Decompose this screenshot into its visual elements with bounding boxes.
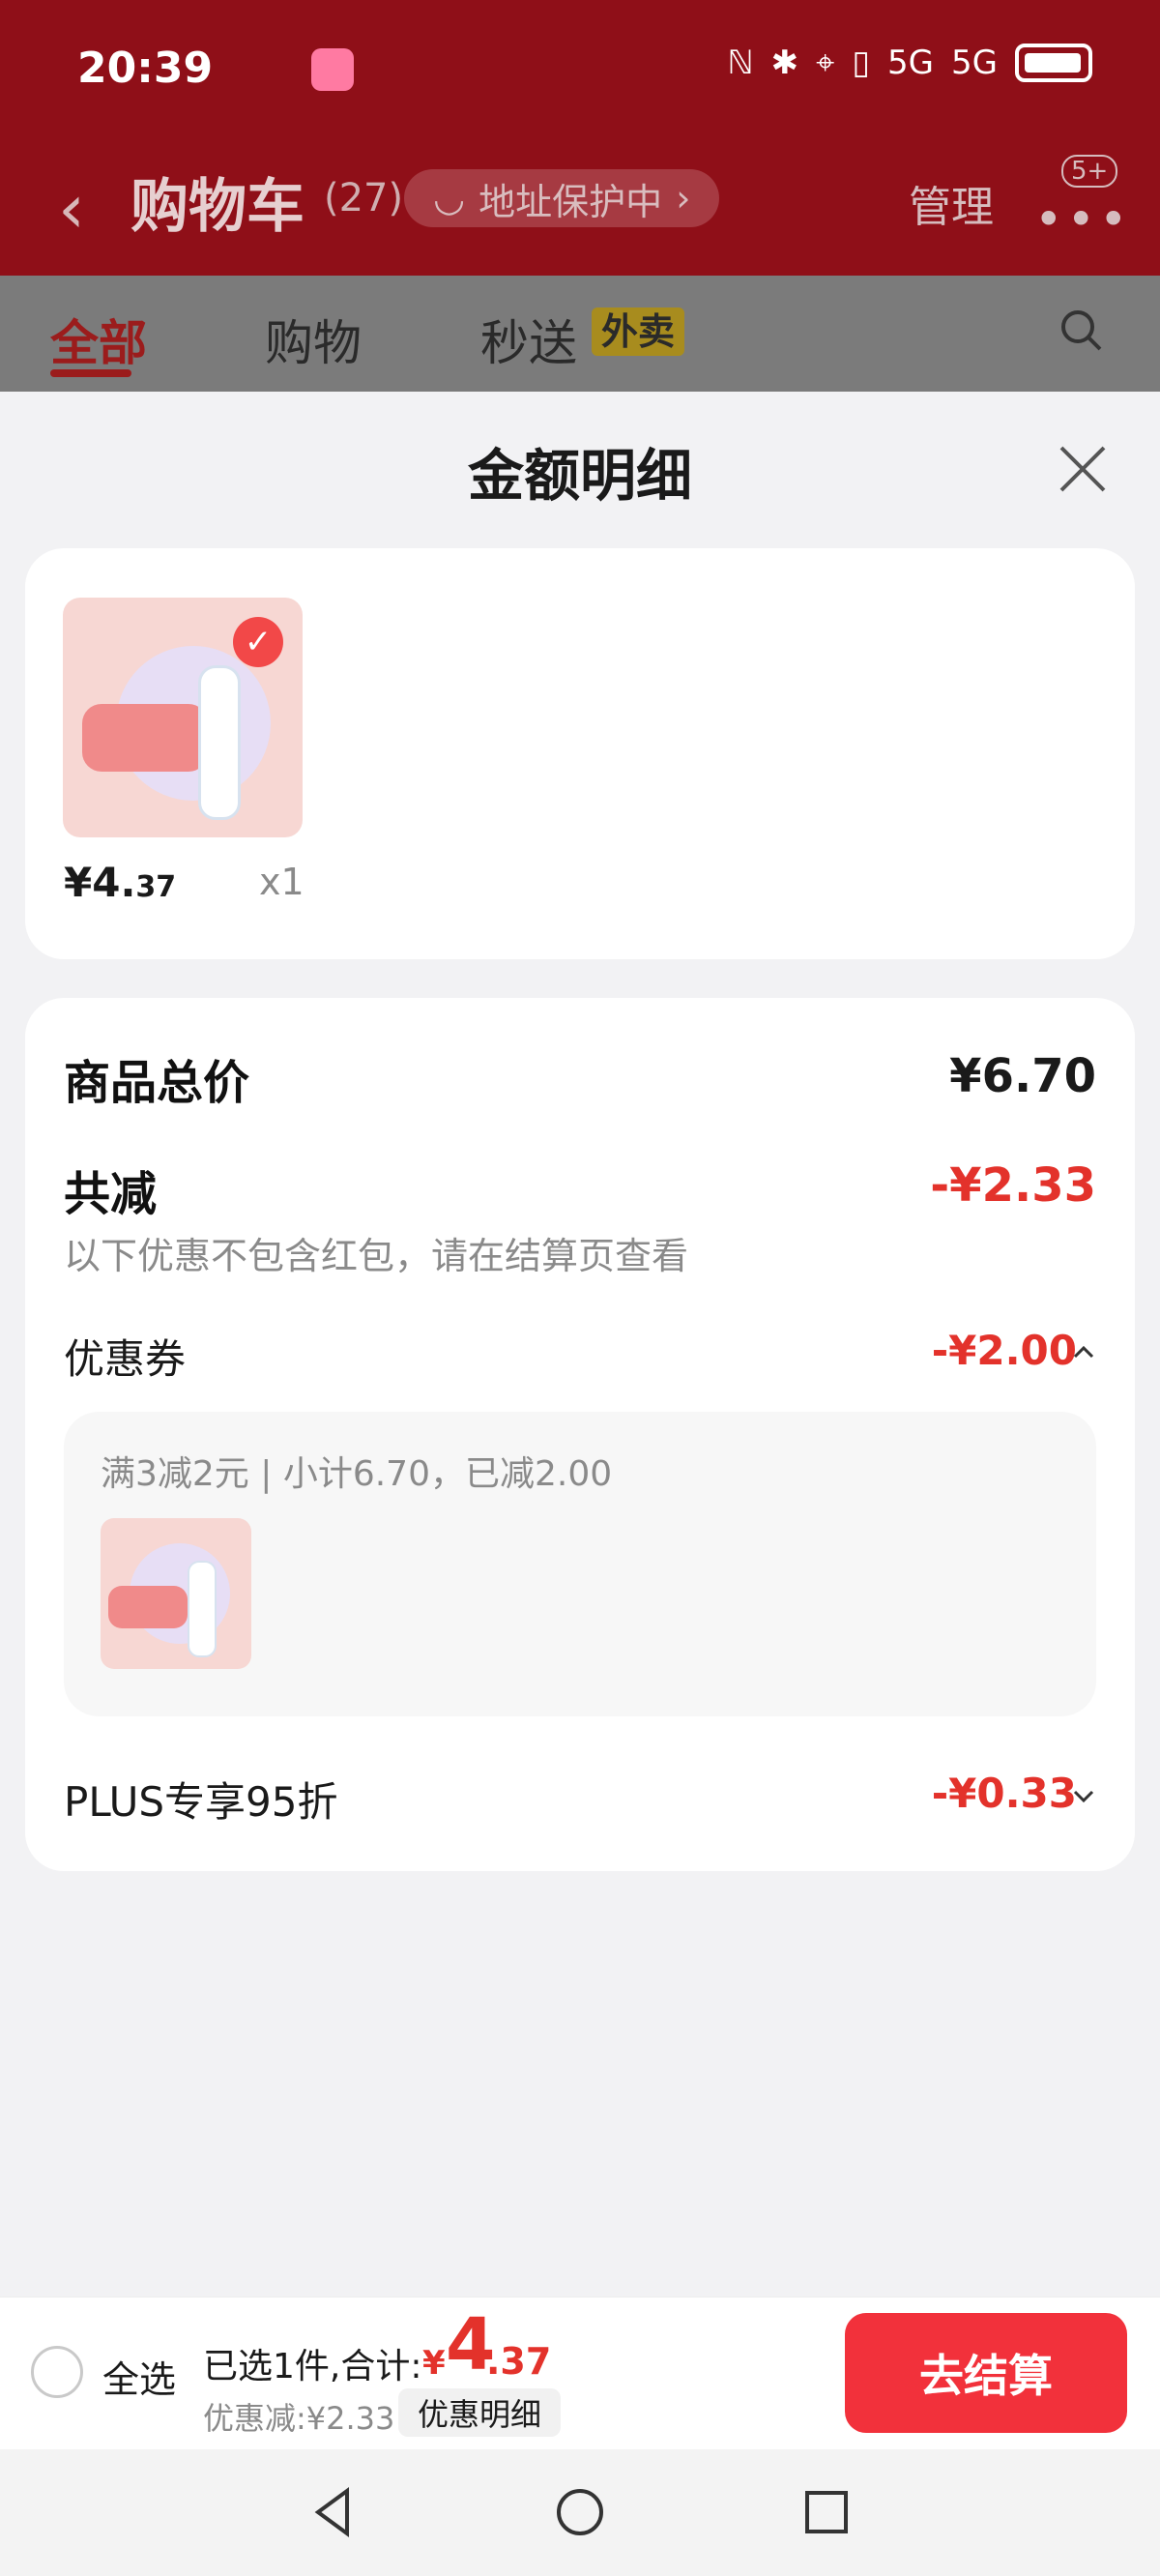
app-notification-icon — [311, 48, 354, 91]
page-title: 购物车 — [130, 173, 304, 241]
vibrate-icon: ▯ — [852, 44, 871, 82]
more-badge: 5+ — [1061, 155, 1118, 188]
tab-shopping[interactable]: 购物 — [265, 305, 362, 374]
nav-recent-icon[interactable] — [798, 2483, 856, 2541]
coupon-thumb-bottle — [188, 1561, 217, 1657]
product-image-band — [82, 704, 208, 772]
coupon-detail-text: 满3减2元 | 小计6.70，已减2.00 — [101, 1454, 613, 1494]
address-protection-pill[interactable]: ◡ 地址保护中 › — [404, 169, 720, 227]
chevron-right-icon: › — [676, 177, 691, 220]
product-price-cents: 37 — [135, 870, 177, 904]
selected-check-icon[interactable]: ✓ — [233, 617, 283, 667]
status-icons: ℕ ✱ ⌖ ▯ 5G 5G — [727, 44, 1092, 82]
discount-summary: 优惠减:¥2.33 — [203, 2400, 395, 2437]
manage-button[interactable]: 管理 — [909, 172, 994, 234]
select-all-label[interactable]: 全选 — [102, 2350, 176, 2403]
chevron-up-icon[interactable] — [1071, 1340, 1096, 1365]
battery-icon — [1015, 44, 1092, 82]
total-price-value: ¥6.70 — [949, 1049, 1096, 1103]
close-icon[interactable] — [1054, 440, 1112, 498]
smile-icon: ◡ — [433, 177, 466, 220]
total-reduce-value: -¥2.33 — [930, 1158, 1096, 1213]
product-bottle — [198, 665, 241, 820]
signal-icon: ℕ — [727, 44, 754, 82]
coupon-value: -¥2.00 — [931, 1327, 1077, 1374]
tag-waimai: 外卖 — [592, 307, 685, 356]
tab-instant[interactable]: 秒送 — [480, 305, 577, 374]
plus-discount-value: -¥0.33 — [931, 1770, 1077, 1817]
total-yen: ¥ — [422, 2344, 446, 2383]
selected-summary: 已选1件,合计: — [203, 2347, 422, 2386]
search-icon[interactable] — [1058, 307, 1103, 352]
product-price: ¥4.37 — [64, 859, 176, 906]
coupon-thumb-band — [108, 1586, 188, 1628]
reduce-note: 以下优惠不包含红包，请在结算页查看 — [64, 1235, 689, 1277]
product-image[interactable]: ✓ — [63, 598, 303, 837]
discount-detail-button[interactable]: 优惠明细 — [398, 2388, 561, 2437]
cart-count: (27) — [324, 176, 404, 220]
tab-active-indicator — [50, 369, 131, 377]
select-all-checkbox[interactable] — [31, 2346, 83, 2398]
product-price-main: ¥4. — [64, 859, 136, 906]
5g-signal-icon: 5G — [887, 44, 935, 82]
checkout-button[interactable]: 去结算 — [845, 2313, 1127, 2433]
location-icon: ⌖ — [816, 44, 835, 82]
total-reduce-label: 共减 — [64, 1167, 158, 1221]
more-icon[interactable]: ••• — [1034, 191, 1131, 248]
total-cents: .37 — [486, 2340, 552, 2383]
address-protection-label: 地址保护中 — [478, 180, 663, 223]
bluetooth-icon: ✱ — [770, 44, 799, 82]
tabs-bar — [0, 276, 1160, 392]
coupon-label: 优惠券 — [64, 1335, 187, 1383]
status-time: 20:39 — [77, 44, 214, 93]
product-quantity: x1 — [259, 861, 304, 903]
total-price-label: 商品总价 — [64, 1056, 250, 1110]
chevron-down-icon[interactable] — [1071, 1783, 1096, 1808]
plus-discount-label: PLUS专享95折 — [64, 1778, 338, 1826]
sheet-title: 金额明细 — [467, 443, 692, 509]
back-chevron-icon[interactable]: ‹ — [58, 169, 85, 249]
5g-signal-icon: 5G — [951, 44, 998, 82]
coupon-product-thumbnail — [101, 1518, 251, 1669]
tab-all[interactable]: 全部 — [50, 305, 147, 374]
nav-home-icon[interactable] — [551, 2483, 609, 2541]
nav-back-icon[interactable] — [304, 2483, 362, 2541]
